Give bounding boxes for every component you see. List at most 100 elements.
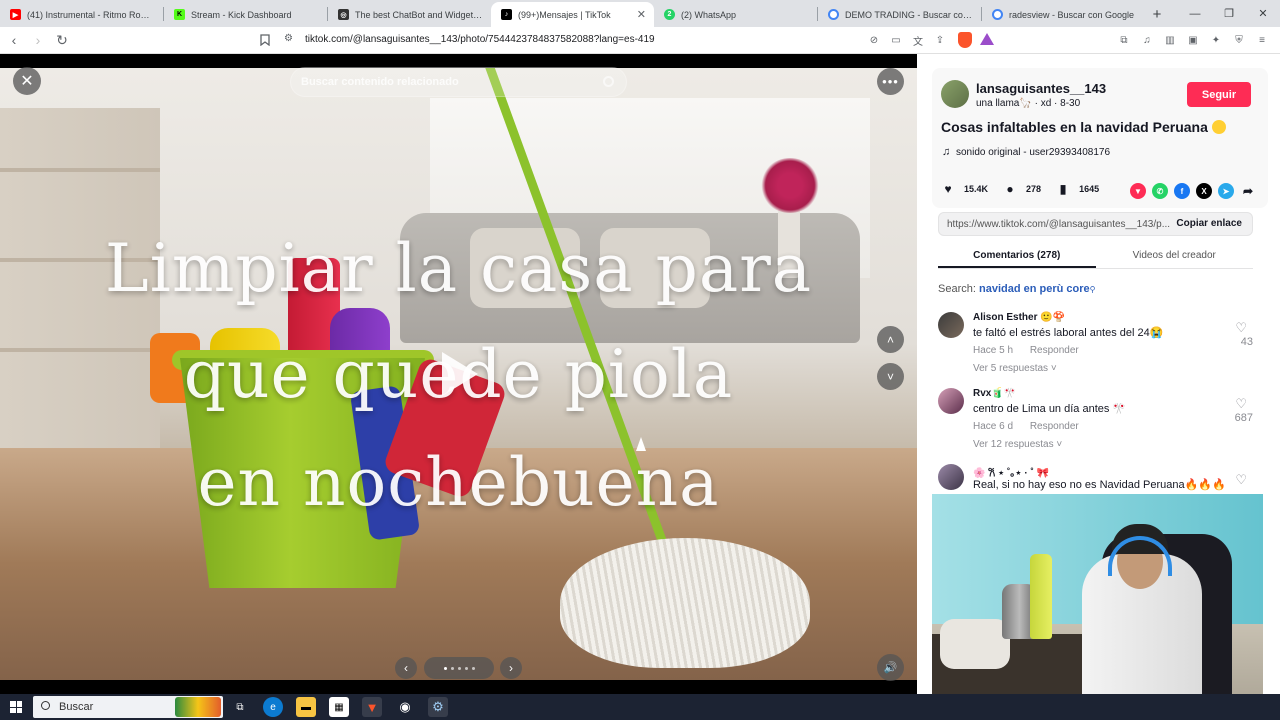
task-view-icon[interactable]: ⧉ [230,697,250,717]
taskbar-search[interactable]: Buscar [33,696,223,718]
extension-tools: ⧉ ♫ ▥ ▣ ✦ ⛨ ≡ [1116,32,1270,48]
vpn-icon[interactable]: ⛨ [1231,32,1247,48]
edge-icon[interactable]: e [263,697,283,717]
carousel-dot[interactable] [457,666,461,670]
tab-title: DEMO TRADING - Buscar con Google [845,9,973,20]
carousel-dot[interactable] [450,666,454,670]
carousel-dot[interactable] [464,666,468,670]
previous-post-button[interactable]: ˄ [877,326,904,353]
repost-icon[interactable]: ▼ [1130,183,1146,199]
avatar[interactable] [938,464,964,490]
reply-button[interactable]: Responder [1030,345,1079,356]
brave-shield-icon[interactable] [958,32,972,48]
search-suggestion[interactable]: Search: navidad en perù core⚲ [938,283,1096,295]
comment-icon[interactable]: ● [1003,182,1017,196]
tiktok-icon: ♪ [501,9,512,20]
music-note-icon: ♫ [942,146,951,158]
search-query-link[interactable]: navidad en perù core [979,283,1090,295]
translate-icon[interactable]: 文 [910,32,926,48]
facebook-share-icon[interactable]: f [1174,183,1190,199]
view-replies-button[interactable]: Ver 12 respuestas ˅ [973,439,1062,450]
reload-button[interactable]: ↻ [52,30,72,50]
view-replies-button[interactable]: Ver 5 respuestas ˅ [973,363,1057,374]
play-icon[interactable] [442,352,478,396]
search-icon[interactable] [603,76,614,87]
comment-author[interactable]: Alison Esther 🙂🍄 [973,312,1065,323]
mouse-cursor [636,437,646,451]
more-share-icon[interactable]: ➦ [1240,183,1256,199]
minimize-button[interactable]: — [1178,0,1212,27]
back-button[interactable]: ‹ [4,30,24,50]
browser-tab[interactable]: K Stream - Kick Dashboard [164,2,327,27]
browser-tab-active[interactable]: ♪ (99+)Mensajes | TikTok ✕ [491,2,654,27]
close-tab-icon[interactable]: ✕ [637,8,646,21]
menu-icon[interactable]: ≡ [1254,32,1270,48]
taskbar-apps: ⧉ e ▬ ▦ ▼ ◉ ⚙ [230,697,448,717]
share-icon[interactable]: ⇪ [932,32,948,48]
windows-start-icon[interactable] [10,701,22,713]
bookmark-icon[interactable] [256,31,274,49]
screenshot-icon[interactable]: ⧉ [1116,32,1132,48]
new-tab-button[interactable]: + [1145,2,1169,27]
heart-icon[interactable]: ♥ [941,182,955,196]
x-share-icon[interactable]: X [1196,183,1212,199]
reply-button[interactable]: Responder [1030,421,1079,432]
telegram-share-icon[interactable]: ➤ [1218,183,1234,199]
comment-author[interactable]: 🌸 𐙚 ⋆ ˚｡⋆ · ˚ 🎀 [973,464,1049,479]
windows-taskbar: Buscar ⧉ e ▬ ▦ ▼ ◉ ⚙ [0,694,1280,720]
avatar[interactable] [938,388,964,414]
more-options-button[interactable]: ••• [877,68,904,95]
comment-author[interactable]: Rvx🧃🎌 [973,388,1016,399]
whatsapp-icon: 2 [664,9,675,20]
browser-tab[interactable]: 2 (2) WhatsApp [654,2,817,27]
avatar[interactable] [938,312,964,338]
whatsapp-share-icon[interactable]: ✆ [1152,183,1168,199]
steam-icon[interactable]: ⚙ [428,697,448,717]
address-bar[interactable]: tiktok.com/@lansaguisantes__143/photo/75… [305,34,655,45]
site-info-icon[interactable]: ⚙ [284,33,293,44]
cast-icon[interactable]: ▭ [888,32,904,48]
sound-link[interactable]: sonido original - user29393408176 [956,147,1110,158]
no-sound-icon[interactable]: ⊘ [866,32,882,48]
overlay-text-line: Limpiar la casa para [104,230,813,307]
obs-icon[interactable]: ◉ [395,697,415,717]
close-window-button[interactable]: ✕ [1246,0,1280,27]
heart-icon[interactable]: ♡ [1235,396,1247,412]
post-title: Cosas infaltables en la navidad Peruana [941,119,1226,135]
avatar[interactable] [941,80,969,108]
tab-creator-videos[interactable]: Videos del creador [1096,244,1254,268]
forward-button[interactable]: › [28,30,48,50]
browser-tab[interactable]: DEMO TRADING - Buscar con Google [818,2,981,27]
carousel-dot[interactable] [471,666,475,670]
share-link-text[interactable]: https://www.tiktok.com/@lansaguisantes__… [947,219,1172,230]
file-explorer-icon[interactable]: ▬ [296,697,316,717]
close-viewer-button[interactable]: ✕ [13,67,41,95]
music-icon[interactable]: ♫ [1139,32,1155,48]
related-search-input[interactable]: Buscar contenido relacionado [290,67,627,97]
brave-icon[interactable]: ▼ [362,697,382,717]
heart-icon[interactable]: ♡ [1235,320,1247,336]
next-post-button[interactable]: ˅ [877,363,904,390]
tab-title: The best ChatBot and Widgets for Kick [355,9,483,20]
sidebar-icon[interactable]: ▥ [1162,32,1178,48]
extensions-icon[interactable]: ✦ [1208,32,1224,48]
chatbot-icon: ◎ [338,9,349,20]
browser-tab[interactable]: radesview - Buscar con Google [982,2,1145,27]
restore-button[interactable]: ❐ [1212,0,1246,27]
follow-button[interactable]: Seguir [1187,82,1251,107]
author-username[interactable]: lansaguisantes__143 [976,81,1106,96]
store-icon[interactable]: ▦ [329,697,349,717]
browser-tab[interactable]: ◎ The best ChatBot and Widgets for Kick [328,2,491,27]
next-photo-button[interactable]: › [500,657,522,679]
wallet-icon[interactable]: ▣ [1185,32,1201,48]
taskbar-search-label: Buscar [59,701,94,713]
tab-comments[interactable]: Comentarios (278) [938,244,1096,268]
heart-icon[interactable]: ♡ [1235,472,1247,488]
bookmark-icon[interactable]: ▮ [1056,182,1070,196]
carousel-dot[interactable] [443,666,447,670]
copy-link-button[interactable]: Copiar enlace [1176,218,1242,229]
browser-tab[interactable]: ▶ (41) Instrumental - Ritmo Romantico [0,2,163,27]
prev-photo-button[interactable]: ‹ [395,657,417,679]
brave-rewards-icon[interactable] [980,33,994,45]
volume-icon[interactable]: 🔊 [877,654,904,681]
